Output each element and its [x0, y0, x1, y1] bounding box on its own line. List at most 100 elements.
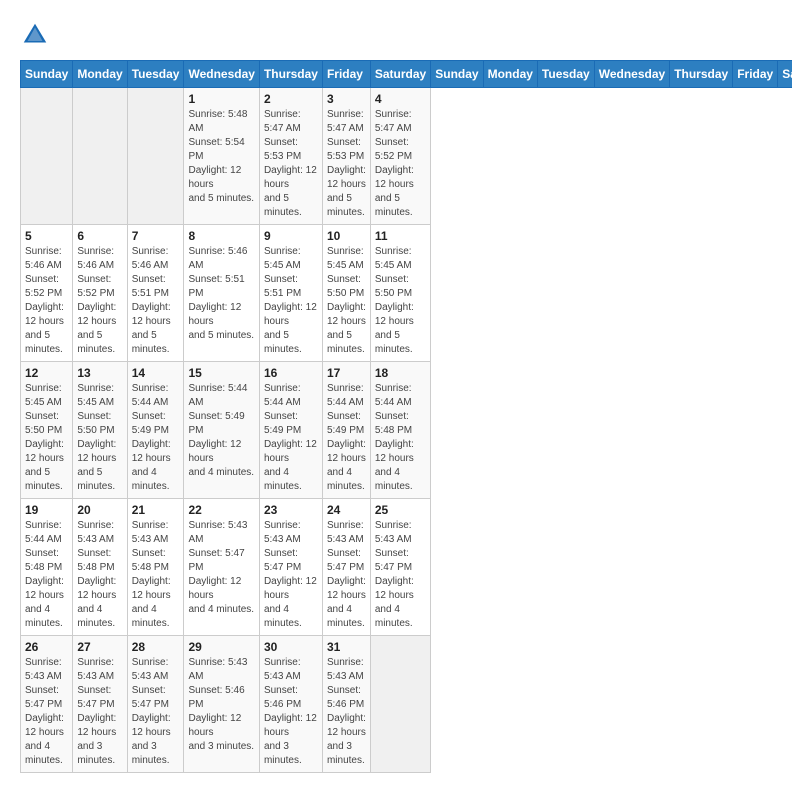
day-number: 25 — [375, 503, 426, 517]
calendar-cell: 16 Sunrise: 5:44 AM Sunset: 5:49 PM Dayli… — [259, 362, 322, 499]
day-info: Sunrise: 5:46 AM Sunset: 5:52 PM Dayligh… — [25, 245, 68, 357]
day-number: 6 — [77, 229, 122, 243]
calendar-cell: 4 Sunrise: 5:47 AM Sunset: 5:52 PM Daylig… — [370, 88, 430, 225]
day-info: Sunrise: 5:43 AM Sunset: 5:47 PM Dayligh… — [375, 519, 426, 631]
day-number: 8 — [188, 229, 254, 243]
header-day-monday: Monday — [483, 61, 537, 88]
day-number: 13 — [77, 366, 122, 380]
day-info: Sunrise: 5:45 AM Sunset: 5:50 PM Dayligh… — [375, 245, 426, 357]
calendar-cell: 24 Sunrise: 5:43 AM Sunset: 5:47 PM Dayli… — [322, 499, 370, 636]
day-number: 24 — [327, 503, 366, 517]
day-info: Sunrise: 5:43 AM Sunset: 5:47 PM Dayligh… — [327, 519, 366, 631]
calendar-cell: 10Sunrise: 5:45 AM Sunset: 5:50 PM Dayli… — [322, 225, 370, 362]
day-info: Sunrise: 5:43 AM Sunset: 5:48 PM Dayligh… — [132, 519, 180, 631]
calendar-cell: 11 Sunrise: 5:45 AM Sunset: 5:50 PM Dayli… — [370, 225, 430, 362]
calendar-cell: 13Sunrise: 5:45 AM Sunset: 5:50 PM Dayli… — [73, 362, 127, 499]
day-info: Sunrise: 5:43 AM Sunset: 5:46 PM Dayligh… — [327, 656, 366, 768]
calendar-cell: 5 Sunrise: 5:46 AM Sunset: 5:52 PM Daylig… — [21, 225, 73, 362]
day-number: 16 — [264, 366, 318, 380]
day-number: 11 — [375, 229, 426, 243]
day-number: 23 — [264, 503, 318, 517]
logo-icon — [20, 20, 50, 50]
logo — [20, 20, 56, 50]
calendar-week-row: 12 Sunrise: 5:45 AM Sunset: 5:50 PM Dayli… — [21, 362, 792, 499]
day-info: Sunrise: 5:46 AM Sunset: 5:52 PM Dayligh… — [77, 245, 122, 357]
header-day-wednesday: Wednesday — [594, 61, 669, 88]
calendar-cell: 9Sunrise: 5:45 AM Sunset: 5:51 PM Daylig… — [259, 225, 322, 362]
day-number: 31 — [327, 640, 366, 654]
calendar-header-wednesday: Wednesday — [184, 61, 259, 88]
calendar-cell: 8 Sunrise: 5:46 AM Sunset: 5:51 PM Daylig… — [184, 225, 259, 362]
day-info: Sunrise: 5:43 AM Sunset: 5:47 PM Dayligh… — [132, 656, 180, 768]
day-info: Sunrise: 5:46 AM Sunset: 5:51 PM Dayligh… — [188, 245, 254, 343]
day-number: 21 — [132, 503, 180, 517]
day-number: 14 — [132, 366, 180, 380]
day-number: 26 — [25, 640, 68, 654]
day-number: 15 — [188, 366, 254, 380]
calendar-header-sunday: Sunday — [21, 61, 73, 88]
calendar-cell — [370, 636, 430, 773]
header-day-sunday: Sunday — [431, 61, 483, 88]
day-number: 9 — [264, 229, 318, 243]
calendar-cell: 23Sunrise: 5:43 AM Sunset: 5:47 PM Dayli… — [259, 499, 322, 636]
day-number: 7 — [132, 229, 180, 243]
day-info: Sunrise: 5:48 AM Sunset: 5:54 PM Dayligh… — [188, 108, 254, 206]
calendar-cell: 14 Sunrise: 5:44 AM Sunset: 5:49 PM Dayli… — [127, 362, 184, 499]
day-number: 17 — [327, 366, 366, 380]
day-info: Sunrise: 5:46 AM Sunset: 5:51 PM Dayligh… — [132, 245, 180, 357]
calendar-cell: 29 Sunrise: 5:43 AM Sunset: 5:46 PM Dayli… — [184, 636, 259, 773]
calendar-header-tuesday: Tuesday — [127, 61, 184, 88]
calendar-cell: 3Sunrise: 5:47 AM Sunset: 5:53 PM Daylig… — [322, 88, 370, 225]
header-day-tuesday: Tuesday — [537, 61, 594, 88]
day-info: Sunrise: 5:43 AM Sunset: 5:47 PM Dayligh… — [25, 656, 68, 768]
calendar-header-saturday: Saturday — [370, 61, 430, 88]
day-number: 1 — [188, 92, 254, 106]
header-day-friday: Friday — [733, 61, 778, 88]
day-number: 12 — [25, 366, 68, 380]
day-info: Sunrise: 5:47 AM Sunset: 5:52 PM Dayligh… — [375, 108, 426, 220]
calendar-cell: 30 Sunrise: 5:43 AM Sunset: 5:46 PM Dayli… — [259, 636, 322, 773]
day-number: 10 — [327, 229, 366, 243]
calendar-header-thursday: Thursday — [259, 61, 322, 88]
header-day-thursday: Thursday — [670, 61, 733, 88]
calendar-week-row: 1 Sunrise: 5:48 AM Sunset: 5:54 PM Daylig… — [21, 88, 792, 225]
day-number: 19 — [25, 503, 68, 517]
day-info: Sunrise: 5:47 AM Sunset: 5:53 PM Dayligh… — [327, 108, 366, 220]
calendar-cell: 12 Sunrise: 5:45 AM Sunset: 5:50 PM Dayli… — [21, 362, 73, 499]
day-number: 4 — [375, 92, 426, 106]
day-info: Sunrise: 5:44 AM Sunset: 5:49 PM Dayligh… — [264, 382, 318, 494]
day-info: Sunrise: 5:44 AM Sunset: 5:49 PM Dayligh… — [188, 382, 254, 480]
day-info: Sunrise: 5:47 AM Sunset: 5:53 PM Dayligh… — [264, 108, 318, 220]
calendar-cell — [127, 88, 184, 225]
day-number: 18 — [375, 366, 426, 380]
calendar-week-row: 19 Sunrise: 5:44 AM Sunset: 5:48 PM Dayli… — [21, 499, 792, 636]
calendar-cell: 27Sunrise: 5:43 AM Sunset: 5:47 PM Dayli… — [73, 636, 127, 773]
calendar-header-monday: Monday — [73, 61, 127, 88]
calendar-week-row: 26 Sunrise: 5:43 AM Sunset: 5:47 PM Dayli… — [21, 636, 792, 773]
day-number: 22 — [188, 503, 254, 517]
day-info: Sunrise: 5:45 AM Sunset: 5:50 PM Dayligh… — [25, 382, 68, 494]
calendar-cell: 28Sunrise: 5:43 AM Sunset: 5:47 PM Dayli… — [127, 636, 184, 773]
page-header — [20, 20, 772, 50]
day-info: Sunrise: 5:44 AM Sunset: 5:49 PM Dayligh… — [132, 382, 180, 494]
day-number: 27 — [77, 640, 122, 654]
calendar-cell — [21, 88, 73, 225]
calendar-cell: 19 Sunrise: 5:44 AM Sunset: 5:48 PM Dayli… — [21, 499, 73, 636]
calendar-cell — [73, 88, 127, 225]
day-info: Sunrise: 5:43 AM Sunset: 5:46 PM Dayligh… — [264, 656, 318, 768]
calendar-cell: 15 Sunrise: 5:44 AM Sunset: 5:49 PM Dayli… — [184, 362, 259, 499]
day-info: Sunrise: 5:44 AM Sunset: 5:48 PM Dayligh… — [375, 382, 426, 494]
header-day-saturday: Saturday — [778, 61, 792, 88]
day-number: 20 — [77, 503, 122, 517]
calendar-cell: 17 Sunrise: 5:44 AM Sunset: 5:49 PM Dayli… — [322, 362, 370, 499]
day-number: 5 — [25, 229, 68, 243]
day-info: Sunrise: 5:43 AM Sunset: 5:46 PM Dayligh… — [188, 656, 254, 754]
calendar-cell: 20Sunrise: 5:43 AM Sunset: 5:48 PM Dayli… — [73, 499, 127, 636]
calendar-header-friday: Friday — [322, 61, 370, 88]
calendar-cell: 25 Sunrise: 5:43 AM Sunset: 5:47 PM Dayli… — [370, 499, 430, 636]
day-number: 30 — [264, 640, 318, 654]
day-info: Sunrise: 5:44 AM Sunset: 5:49 PM Dayligh… — [327, 382, 366, 494]
day-number: 29 — [188, 640, 254, 654]
calendar-week-row: 5 Sunrise: 5:46 AM Sunset: 5:52 PM Daylig… — [21, 225, 792, 362]
day-info: Sunrise: 5:44 AM Sunset: 5:48 PM Dayligh… — [25, 519, 68, 631]
